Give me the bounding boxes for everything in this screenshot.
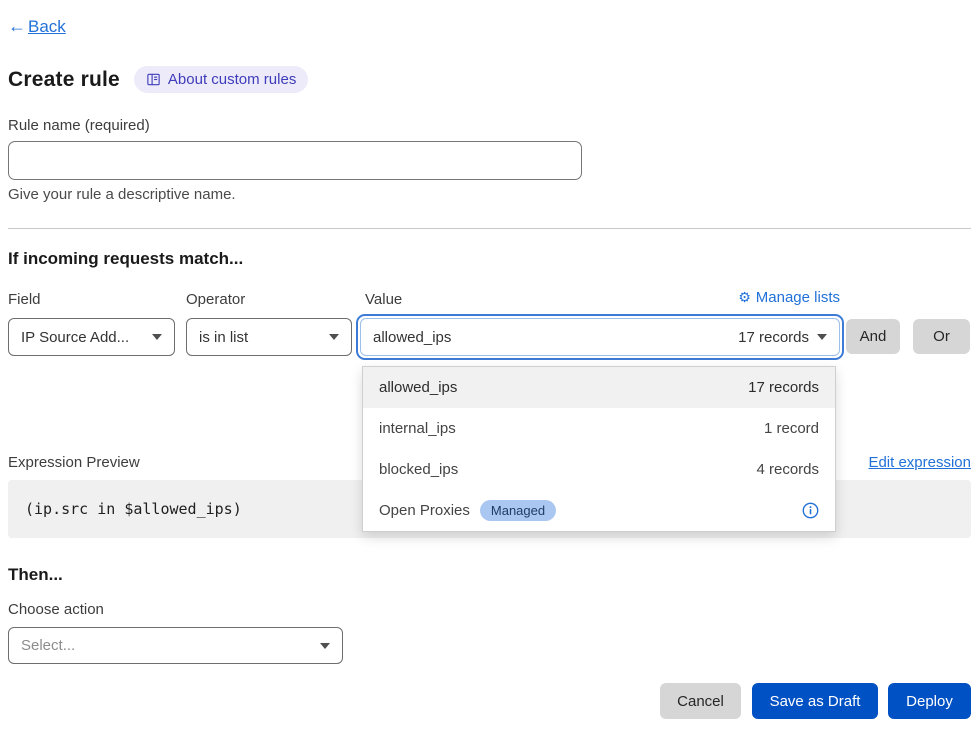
chevron-down-icon bbox=[152, 334, 162, 340]
expression-preview-label: Expression Preview bbox=[8, 454, 140, 471]
list-record-count: 4 records bbox=[756, 461, 819, 478]
about-custom-rules-link[interactable]: About custom rules bbox=[134, 66, 308, 93]
value-select-focus-ring: allowed_ips 17 records bbox=[356, 314, 844, 360]
field-select-value: IP Source Add... bbox=[21, 329, 129, 346]
operator-select[interactable]: is in list bbox=[186, 318, 352, 356]
back-arrow-icon: ← bbox=[8, 16, 26, 37]
action-select-placeholder: Select... bbox=[21, 637, 75, 654]
list-name: internal_ips bbox=[379, 420, 456, 437]
managed-badge: Managed bbox=[480, 500, 556, 521]
back-link[interactable]: ←Back bbox=[8, 16, 66, 37]
book-icon bbox=[146, 72, 161, 87]
chevron-down-icon bbox=[817, 334, 827, 340]
list-record-count: 17 records bbox=[748, 379, 819, 396]
gear-icon: ⚙ bbox=[738, 289, 751, 306]
title-row: Create rule About custom rules bbox=[8, 66, 308, 93]
back-label: Back bbox=[28, 17, 66, 37]
dropdown-item-blocked-ips[interactable]: blocked_ips 4 records bbox=[363, 449, 835, 490]
list-name: Open Proxies bbox=[379, 502, 470, 519]
manage-lists-container: ⚙ Manage lists bbox=[360, 289, 840, 306]
edit-expression-link[interactable]: Edit expression bbox=[868, 454, 971, 471]
deploy-button[interactable]: Deploy bbox=[888, 683, 971, 719]
value-select-value: allowed_ips bbox=[373, 329, 451, 346]
list-record-count: 1 record bbox=[764, 420, 819, 437]
create-rule-page: ←Back Create rule About custom rules Rul… bbox=[0, 0, 979, 739]
dropdown-item-internal-ips[interactable]: internal_ips 1 record bbox=[363, 408, 835, 449]
field-select[interactable]: IP Source Add... bbox=[8, 318, 175, 356]
chevron-down-icon bbox=[329, 334, 339, 340]
about-custom-rules-label: About custom rules bbox=[168, 71, 296, 88]
cancel-button[interactable]: Cancel bbox=[660, 683, 741, 719]
value-dropdown-menu: allowed_ips 17 records internal_ips 1 re… bbox=[362, 366, 836, 532]
or-button[interactable]: Or bbox=[913, 319, 970, 354]
rule-name-helper: Give your rule a descriptive name. bbox=[8, 186, 236, 203]
operator-label: Operator bbox=[186, 291, 245, 308]
expression-code: (ip.src in $allowed_ips) bbox=[25, 500, 242, 518]
operator-select-value: is in list bbox=[199, 329, 248, 346]
dropdown-item-open-proxies[interactable]: Open Proxies Managed bbox=[363, 490, 835, 531]
and-button[interactable]: And bbox=[846, 319, 900, 354]
info-icon[interactable] bbox=[802, 502, 819, 519]
field-label: Field bbox=[8, 291, 41, 308]
value-select-records: 17 records bbox=[738, 329, 809, 346]
match-heading: If incoming requests match... bbox=[8, 249, 243, 269]
rule-name-label: Rule name (required) bbox=[8, 117, 150, 134]
rule-name-input[interactable] bbox=[8, 141, 582, 180]
action-select[interactable]: Select... bbox=[8, 627, 343, 664]
chevron-down-icon bbox=[320, 643, 330, 649]
save-as-draft-button[interactable]: Save as Draft bbox=[752, 683, 878, 719]
dropdown-item-allowed-ips[interactable]: allowed_ips 17 records bbox=[363, 367, 835, 408]
page-title: Create rule bbox=[8, 68, 120, 92]
section-divider bbox=[8, 228, 971, 229]
manage-lists-link[interactable]: Manage lists bbox=[756, 289, 840, 306]
list-name: allowed_ips bbox=[379, 379, 457, 396]
then-heading: Then... bbox=[8, 565, 63, 585]
value-select[interactable]: allowed_ips 17 records bbox=[360, 318, 840, 356]
choose-action-label: Choose action bbox=[8, 601, 104, 618]
list-name: blocked_ips bbox=[379, 461, 458, 478]
